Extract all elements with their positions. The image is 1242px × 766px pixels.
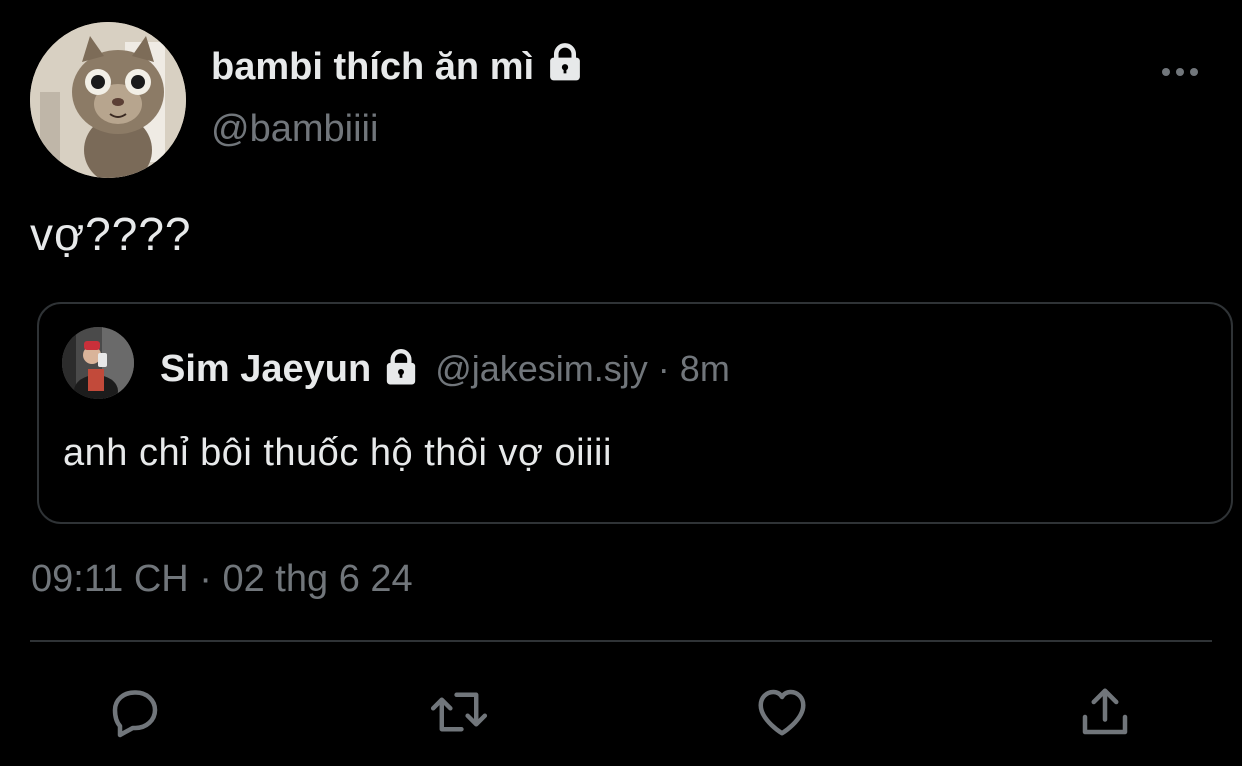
tweet-timestamp[interactable]: 09:11 CH · 02 thg 6 24 [31, 558, 413, 601]
quoted-author-handle[interactable]: @jakesim.sjy [435, 348, 648, 390]
divider [30, 640, 1212, 642]
lock-icon [381, 347, 421, 392]
heart-icon [758, 689, 806, 736]
lock-icon [544, 41, 586, 93]
cat-photo-avatar [30, 22, 186, 178]
quoted-tweet-time[interactable]: 8m [680, 348, 730, 390]
author-display-name[interactable]: bambi thích ăn mì [211, 46, 534, 89]
author-avatar[interactable] [30, 22, 186, 178]
author-name-row[interactable]: bambi thích ăn mì [211, 42, 586, 92]
reply-button[interactable] [103, 680, 167, 744]
retweet-icon [430, 692, 488, 732]
quoted-tweet-text: anh chỉ bôi thuốc hộ thôi vợ oiiii [63, 432, 612, 474]
author-handle[interactable]: @bambiiii [211, 108, 378, 151]
share-icon [1082, 688, 1128, 735]
quoted-author-name[interactable]: Sim Jaeyun [160, 348, 371, 391]
retweet-button[interactable] [427, 680, 491, 744]
quoted-tweet-card[interactable] [37, 302, 1233, 524]
reply-icon [112, 690, 158, 738]
share-button[interactable] [1073, 680, 1137, 744]
more-horizontal-icon [1162, 68, 1198, 76]
quoted-author-avatar[interactable] [62, 327, 134, 399]
like-button[interactable] [750, 680, 814, 744]
mirror-selfie-avatar [62, 327, 134, 399]
more-button[interactable] [1158, 60, 1202, 84]
separator-dot: · [657, 348, 670, 389]
tweet-text: vợ???? [30, 208, 192, 260]
quoted-tweet-header: Sim Jaeyun @jakesim.sjy · 8m [160, 345, 730, 393]
